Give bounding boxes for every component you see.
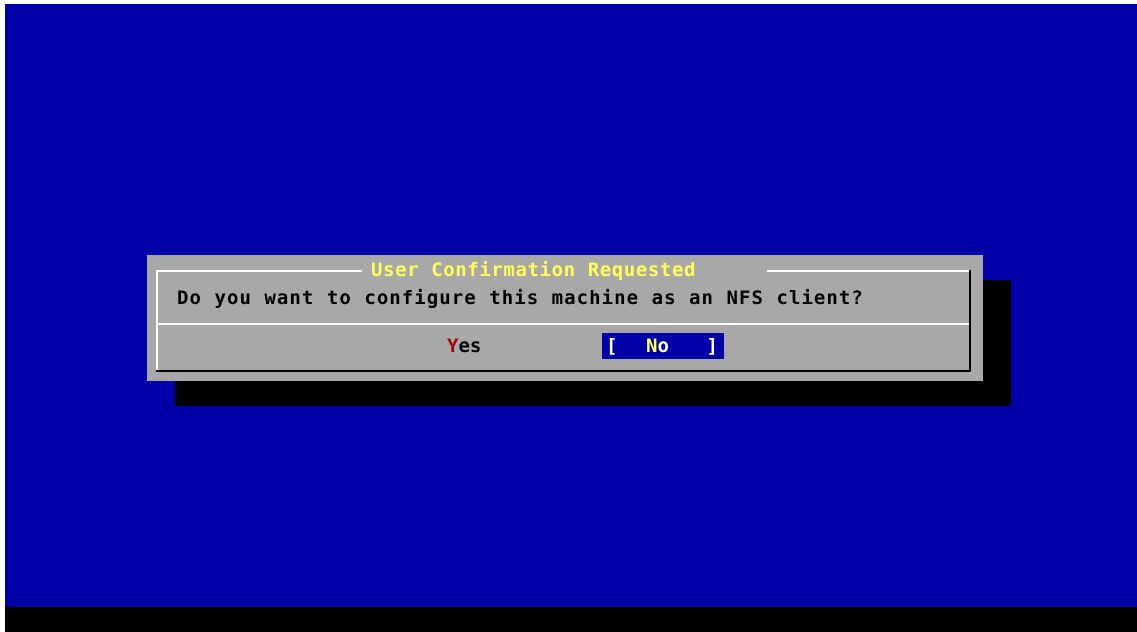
no-label-rest: o [657,335,669,357]
yes-button[interactable]: Yes [447,335,481,357]
yes-hotkey: Y [447,335,459,357]
frame-top-left-line [156,270,362,272]
no-button[interactable]: [ No ] [602,333,724,359]
frame-left-line [156,270,158,370]
console-screen: User Confirmation Requested Do you want … [5,4,1137,632]
no-bracket-open: [ [606,335,618,357]
frame-bottom-line [156,370,971,372]
frame-right-line [969,270,971,370]
dialog-title: User Confirmation Requested [371,259,697,281]
button-divider [158,323,969,325]
frame-top-right-line [767,270,969,272]
confirmation-dialog: User Confirmation Requested Do you want … [147,255,983,381]
yes-label: es [458,335,482,357]
no-label: No [646,335,669,357]
dialog-message: Do you want to configure this machine as… [177,287,864,309]
no-bracket-close: ] [706,335,718,357]
no-hotkey: N [646,335,658,357]
